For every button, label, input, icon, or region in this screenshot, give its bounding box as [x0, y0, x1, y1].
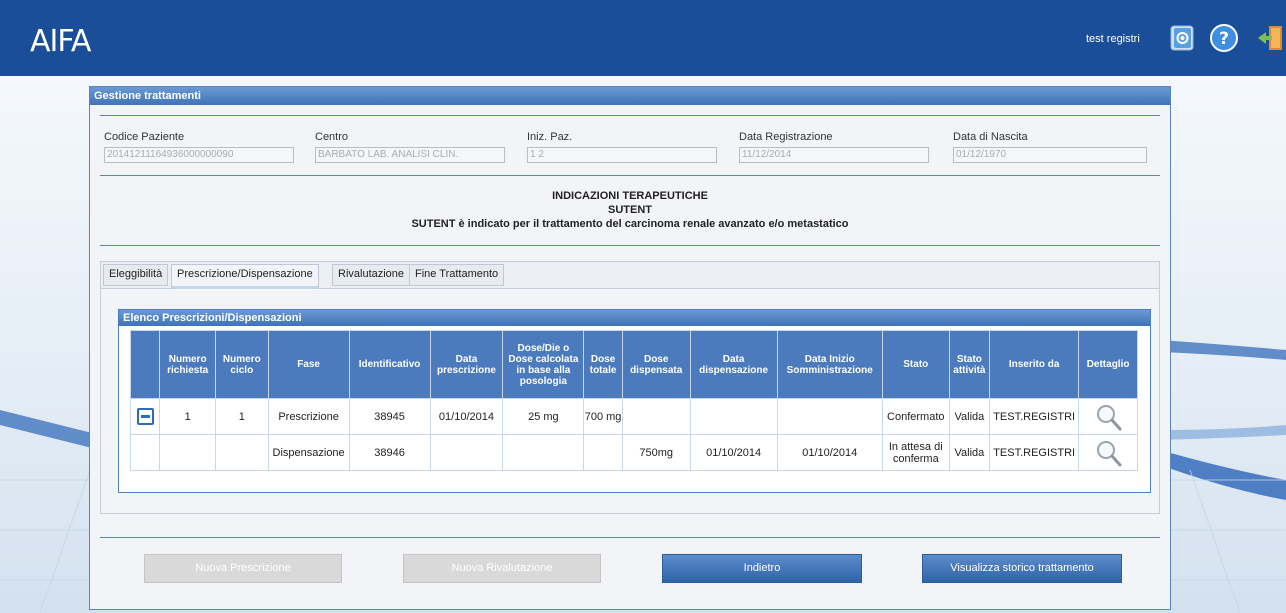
elenco-title: Elenco Prescrizioni/Dispensazioni [119, 310, 1150, 326]
header-cell: Data Inizio Somministrazione [776, 330, 883, 399]
aifa-logo: AIFA [30, 24, 91, 59]
field-label: Codice Paziente [104, 131, 185, 143]
table-row: 1 1 Prescrizione 38945 01/10/2014 25 mg … [129, 398, 1138, 435]
cell-dose-die: 25 mg [502, 398, 585, 435]
cell-dose-totale: 700 mg [583, 398, 623, 435]
cell-dose-dispensata [621, 398, 691, 435]
cell-stato: In attesa di conferma [881, 434, 950, 471]
magnifier-icon[interactable] [1094, 439, 1122, 467]
tab-fine-trattamento[interactable]: Fine Trattamento [409, 264, 505, 286]
field-label: Centro [315, 131, 349, 143]
elenco-prescrizioni-panel: Elenco Prescrizioni/Dispensazioni Numero… [118, 309, 1151, 493]
contacts-book-icon[interactable] [1167, 23, 1197, 53]
field-data-nascita: Data di Nascita 01/12/1970 [953, 131, 1147, 163]
field-label: Iniz. Paz. [527, 131, 573, 143]
cell-dose-die [502, 434, 585, 471]
data-registrazione-input: 11/12/2014 [739, 147, 929, 163]
indicazioni-drug: SUTENT [608, 204, 652, 216]
tab-eleggibilita[interactable]: Eleggibilità [103, 264, 169, 286]
cell-stato-attivita: Valida [948, 398, 991, 435]
cell-stato-attivita: Valida [948, 434, 991, 471]
data-nascita-input: 01/12/1970 [953, 147, 1147, 163]
header-cell: Stato attività [948, 330, 991, 399]
expand-cell [129, 398, 161, 435]
cell-dose-totale [583, 434, 623, 471]
cell-id: 38946 [348, 434, 431, 471]
cell-data-prescrizione: 01/10/2014 [429, 398, 504, 435]
expand-cell [129, 434, 161, 471]
cell-inserito-da: TEST.REGISTRI [989, 398, 1080, 435]
codice-paziente-input: 20141211164936000000090 [104, 147, 294, 163]
header-cell: Numero richiesta [159, 330, 216, 399]
field-codice-paziente: Codice Paziente 20141211164936000000090 [104, 131, 294, 163]
tab-rivalutazione[interactable]: Rivalutazione [332, 264, 411, 286]
cell-stato: Confermato [881, 398, 950, 435]
cell-id: 38945 [348, 398, 431, 435]
header-cell: Dose dispensata [621, 330, 691, 399]
collapse-icon[interactable] [136, 408, 154, 425]
cell-fase: Prescrizione [267, 398, 350, 435]
cell-ciclo [215, 434, 269, 471]
cell-data-inizio: 01/10/2014 [776, 434, 883, 471]
cell-richiesta [159, 434, 216, 471]
cell-richiesta: 1 [159, 398, 216, 435]
field-label: Data Registrazione [739, 131, 833, 143]
svg-text:?: ? [1219, 29, 1229, 49]
header-cell: Stato [881, 330, 950, 399]
tab-content: Elenco Prescrizioni/Dispensazioni Numero… [100, 289, 1160, 514]
visualizza-storico-button[interactable]: Visualizza storico trattamento [922, 554, 1122, 583]
cell-data-dispensazione [689, 398, 778, 435]
header-cell: Dose/Die o Dose calcolata in base alla p… [502, 330, 585, 399]
iniz-paz-input: 1 2 [527, 147, 717, 163]
cell-dose-dispensata: 750mg [621, 434, 691, 471]
nuova-prescrizione-button[interactable]: Nuova Prescrizione [144, 554, 342, 583]
header-cell: Inserito da [989, 330, 1080, 399]
panel-title: Gestione trattamenti [90, 87, 1170, 105]
header-cell: Data prescrizione [429, 330, 504, 399]
logout-icon[interactable] [1255, 23, 1285, 53]
user-name[interactable]: test registri [1086, 33, 1140, 45]
header-cell: Dettaglio [1078, 330, 1138, 399]
nuova-rivalutazione-button[interactable]: Nuova Rivalutazione [403, 554, 601, 583]
dettaglio-cell [1078, 434, 1138, 471]
header-cell: Fase [267, 330, 350, 399]
cell-fase: Dispensazione [267, 434, 350, 471]
tab-bar: Eleggibilità Prescrizione/Dispensazione … [100, 261, 1160, 290]
field-data-registrazione: Data Registrazione 11/12/2014 [739, 131, 929, 163]
header-cell: Dose totale [583, 330, 623, 399]
help-icon[interactable]: ? [1209, 23, 1239, 53]
cell-data-dispensazione: 01/10/2014 [689, 434, 778, 471]
header-cell: Numero ciclo [215, 330, 269, 399]
table-row: Dispensazione 38946 750mg 01/10/2014 01/… [129, 434, 1138, 471]
dettaglio-cell [1078, 398, 1138, 435]
table-header-row: Numero richiesta Numero ciclo Fase Ident… [129, 330, 1138, 399]
top-header: AIFA test registri ? [0, 0, 1286, 76]
centro-input: BARBATO LAB. ANALISI CLIN. [315, 147, 505, 163]
indicazioni-title: INDICAZIONI TERAPEUTICHE [552, 190, 708, 202]
field-centro: Centro BARBATO LAB. ANALISI CLIN. [315, 131, 505, 163]
cell-inserito-da: TEST.REGISTRI [989, 434, 1080, 471]
cell-data-inizio [776, 398, 883, 435]
indicazioni-text: SUTENT è indicato per il trattamento del… [411, 218, 849, 230]
cell-ciclo: 1 [215, 398, 269, 435]
field-iniz-paz: Iniz. Paz. 1 2 [527, 131, 717, 163]
prescrizioni-table: Numero richiesta Numero ciclo Fase Ident… [129, 330, 1138, 471]
header-cell: Identificativo [348, 330, 431, 399]
header-cell [129, 330, 161, 399]
cell-data-prescrizione [429, 434, 504, 471]
magnifier-icon[interactable] [1094, 403, 1122, 431]
field-label: Data di Nascita [953, 131, 1028, 143]
header-cell: Data dispensazione [689, 330, 778, 399]
tab-prescrizione-dispensazione[interactable]: Prescrizione/Dispensazione [171, 264, 319, 290]
indicazioni-terapeutiche: INDICAZIONI TERAPEUTICHE SUTENT SUTENT è… [90, 189, 1170, 231]
indietro-button[interactable]: Indietro [662, 554, 862, 583]
gestione-trattamenti-panel: Gestione trattamenti Codice Paziente 201… [89, 86, 1171, 610]
